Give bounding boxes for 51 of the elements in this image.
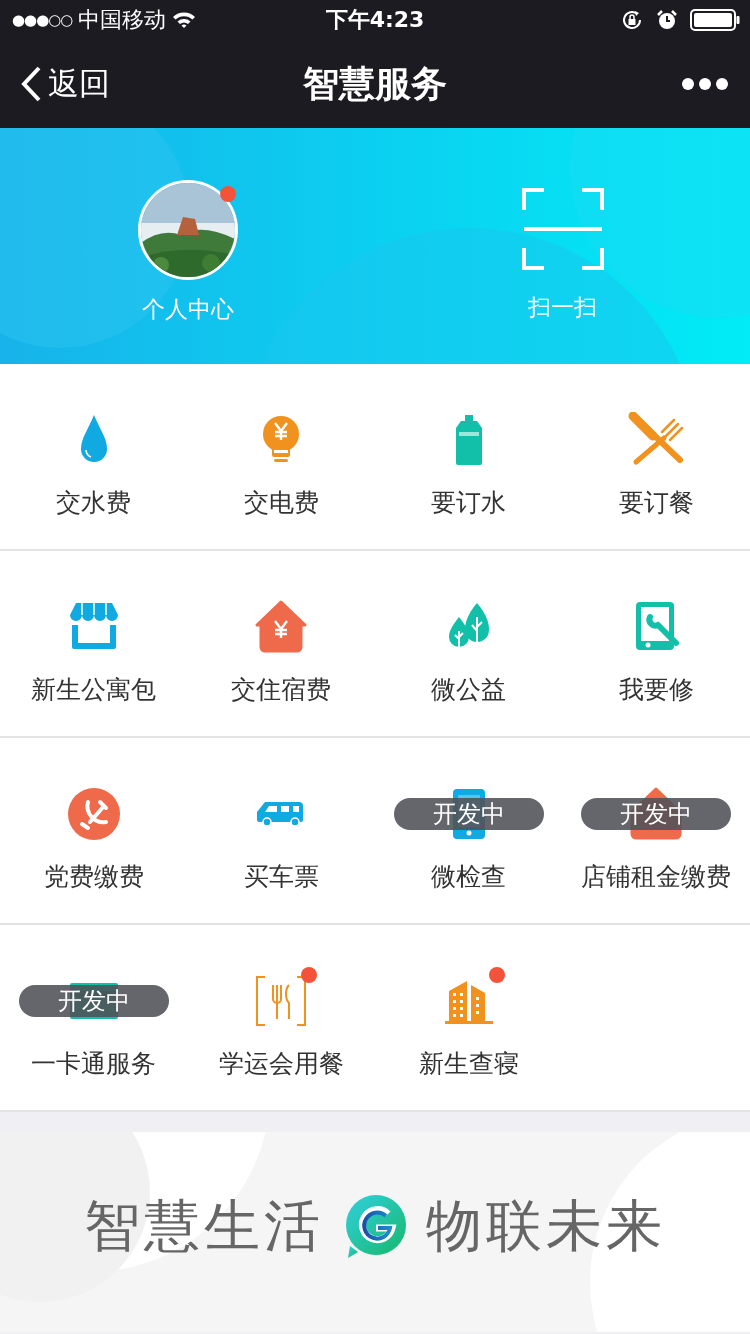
more-icon[interactable] <box>682 77 728 91</box>
service-label: 交住宿费 <box>231 674 332 706</box>
service-label: 交水费 <box>56 487 132 519</box>
service-label: 微检查 <box>431 861 507 893</box>
service-item[interactable]: 党费缴费 <box>0 738 188 923</box>
rotation-lock-icon <box>620 8 644 32</box>
service-item[interactable]: 开发中 店铺租金缴费 <box>562 738 750 923</box>
scan-label: 扫一扫 <box>528 293 597 322</box>
profile-label: 个人中心 <box>141 295 234 324</box>
service-item[interactable]: 交电费 <box>187 364 375 549</box>
service-item[interactable]: 交住宿费 <box>187 551 375 736</box>
carrier-name: 中国移动 <box>78 6 167 34</box>
alarm-icon <box>656 9 678 31</box>
status-badge: 开发中 <box>581 798 732 830</box>
service-label: 新生公寓包 <box>31 674 157 706</box>
service-item[interactable]: 微公益 <box>375 551 563 736</box>
signal-strength: ●●●○○ <box>12 11 73 29</box>
service-item[interactable]: 学运会用餐 <box>187 925 375 1110</box>
service-item[interactable]: 要订餐 <box>562 364 750 549</box>
slogan-text: 智慧生活 <box>84 1192 324 1260</box>
service-item[interactable]: 新生查寝 <box>375 925 563 1110</box>
page-title: 智慧服务 <box>303 62 447 104</box>
status-badge: 开发中 <box>393 798 544 830</box>
wifi-icon <box>172 11 197 29</box>
knife-fork-icon <box>628 412 685 468</box>
emblem-icon <box>65 786 122 842</box>
battery-icon <box>690 9 740 31</box>
service-label: 微公益 <box>431 674 507 706</box>
service-item[interactable]: 开发中 一卡通服务 <box>0 925 188 1110</box>
service-item[interactable]: 交水费 <box>0 364 188 549</box>
service-item[interactable]: 新生公寓包 <box>0 551 188 736</box>
service-label: 要订餐 <box>618 487 694 519</box>
service-label: 党费缴费 <box>43 861 144 893</box>
slogan-text: 物联未来 <box>426 1192 666 1260</box>
service-label: 新生查寝 <box>418 1048 519 1080</box>
service-label: 一卡通服务 <box>31 1048 157 1080</box>
service-label: 学运会用餐 <box>218 1048 344 1080</box>
service-label: 要订水 <box>431 487 507 519</box>
service-item[interactable]: 开发中 微检查 <box>375 738 563 923</box>
service-label: 店铺租金缴费 <box>581 861 732 893</box>
service-item[interactable]: 要订水 <box>375 364 563 549</box>
clock-time: 下午4:23 <box>325 7 425 32</box>
chevron-left-icon <box>20 66 42 102</box>
back-button[interactable]: 返回 <box>20 63 110 105</box>
service-label: 交电费 <box>243 487 319 519</box>
status-badge: 开发中 <box>18 985 169 1017</box>
service-label: 我要修 <box>618 674 694 706</box>
service-item[interactable]: 买车票 <box>187 738 375 923</box>
service-item[interactable]: 我要修 <box>562 551 750 736</box>
scan-icon <box>521 188 604 270</box>
service-label: 买车票 <box>243 861 319 893</box>
